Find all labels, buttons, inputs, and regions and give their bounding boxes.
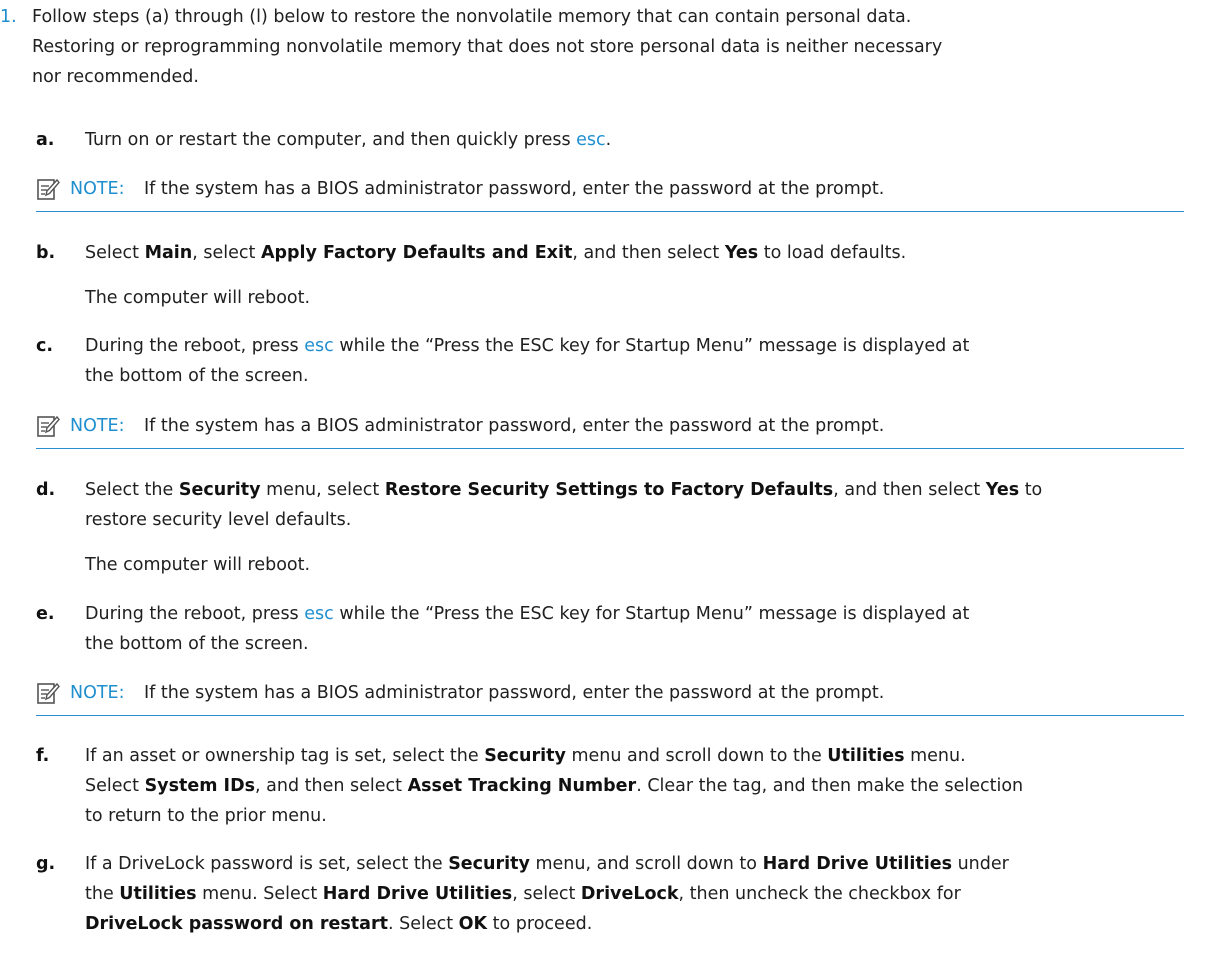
note-icon: [37, 415, 60, 437]
document-page: 1. Follow steps (a) through (l) below to…: [0, 0, 1219, 961]
text: , and then select: [255, 776, 408, 796]
note-label: NOTE:: [70, 416, 125, 436]
text: , and then select: [572, 243, 725, 263]
text: If a DriveLock password is set, select t…: [85, 854, 449, 874]
substep-c-line-1: During the reboot, press esc while the “…: [85, 331, 969, 361]
note-box: NOTE: If the system has a BIOS administr…: [36, 167, 1184, 212]
text: menu, select: [260, 480, 385, 500]
step-number: 1.: [0, 7, 17, 27]
text: .: [605, 130, 612, 150]
text: During the reboot, press: [85, 604, 305, 624]
substep-d-line-1: Select the Security menu, select Restore…: [85, 475, 1042, 505]
step-1-line-1: Follow steps (a) through (l) below to re…: [32, 7, 912, 27]
substep-letter: d.: [36, 480, 56, 500]
substep-g-line-1: If a DriveLock password is set, select t…: [85, 849, 1009, 879]
menu-asset-tracking: Asset Tracking Number: [407, 776, 637, 796]
substep-letter: c.: [36, 336, 54, 356]
option-yes: Yes: [724, 243, 759, 263]
substep-d-line-2: restore security level defaults.: [85, 510, 352, 530]
esc-key-link[interactable]: esc: [304, 336, 334, 356]
menu-restore-security: Restore Security Settings to Factory Def…: [384, 480, 834, 500]
text: Turn on or restart the computer, and the…: [85, 130, 577, 150]
substep-letter: b.: [36, 243, 56, 263]
text: , then uncheck the checkbox for: [678, 884, 961, 904]
text: to load defaults.: [758, 243, 907, 263]
text: . Select: [387, 914, 459, 934]
step-1: 1. Follow steps (a) through (l) below to…: [0, 0, 1219, 110]
esc-key-link[interactable]: esc: [304, 604, 334, 624]
esc-key-link[interactable]: esc: [576, 130, 606, 150]
text: to: [1019, 480, 1043, 500]
menu-drivelock: DriveLock: [580, 884, 679, 904]
substep-e-line-1: During the reboot, press esc while the “…: [85, 599, 969, 629]
text: menu.: [904, 746, 966, 766]
substep-letter: e.: [36, 604, 55, 624]
menu-system-ids: System IDs: [144, 776, 256, 796]
substep-b-text: Select Main, select Apply Factory Defaul…: [85, 238, 906, 268]
text: while the “Press the ESC key for Startup…: [333, 604, 970, 624]
text: menu, and scroll down to: [529, 854, 763, 874]
text: , select: [512, 884, 581, 904]
option-ok: OK: [458, 914, 488, 934]
substep-letter: a.: [36, 130, 55, 150]
note-box: NOTE: If the system has a BIOS administr…: [36, 404, 1184, 449]
text: . Clear the tag, and then make the selec…: [636, 776, 1024, 796]
note-label: NOTE:: [70, 683, 125, 703]
note-text: If the system has a BIOS administrator p…: [144, 179, 885, 199]
note-icon: [37, 682, 60, 704]
substep-f-line-1: If an asset or ownership tag is set, sel…: [85, 741, 966, 771]
text: while the “Press the ESC key for Startup…: [333, 336, 970, 356]
text: If an asset or ownership tag is set, sel…: [85, 746, 485, 766]
text: the: [85, 884, 120, 904]
menu-hard-drive-utilities: Hard Drive Utilities: [322, 884, 513, 904]
text: During the reboot, press: [85, 336, 305, 356]
substep-letter: g.: [36, 854, 56, 874]
menu-utilities: Utilities: [119, 884, 197, 904]
menu-apply-defaults: Apply Factory Defaults and Exit: [260, 243, 573, 263]
substep-g-line-3: DriveLock password on restart. Select OK…: [85, 909, 592, 939]
substep-g-line-2: the Utilities menu. Select Hard Drive Ut…: [85, 879, 961, 909]
step-1-line-2: Restoring or reprogramming nonvolatile m…: [32, 37, 943, 57]
substep-f-line-3: to return to the prior menu.: [85, 806, 327, 826]
note-icon: [37, 178, 60, 200]
note-text: If the system has a BIOS administrator p…: [144, 416, 885, 436]
text: Select the: [85, 480, 179, 500]
menu-security: Security: [448, 854, 530, 874]
step-1-line-3: nor recommended.: [32, 67, 199, 87]
text: to proceed.: [487, 914, 593, 934]
substep-e-line-2: the bottom of the screen.: [85, 634, 309, 654]
text: Select: [85, 243, 145, 263]
menu-utilities: Utilities: [827, 746, 905, 766]
text: under: [952, 854, 1009, 874]
menu-main: Main: [144, 243, 193, 263]
option-yes: Yes: [985, 480, 1020, 500]
menu-security: Security: [178, 480, 261, 500]
text: Select: [85, 776, 145, 796]
note-label: NOTE:: [70, 179, 125, 199]
text: , select: [192, 243, 261, 263]
menu-security: Security: [484, 746, 566, 766]
substep-f-line-2: Select System IDs, and then select Asset…: [85, 771, 1023, 801]
text: , and then select: [833, 480, 986, 500]
substep-c-line-2: the bottom of the screen.: [85, 366, 309, 386]
substep-a-text: Turn on or restart the computer, and the…: [85, 125, 611, 155]
option-drivelock-password: DriveLock password on restart: [85, 914, 388, 934]
reboot-text: The computer will reboot.: [85, 555, 311, 575]
note-text: If the system has a BIOS administrator p…: [144, 683, 885, 703]
note-box: NOTE: If the system has a BIOS administr…: [36, 671, 1184, 716]
substep-letter: f.: [36, 746, 50, 766]
text: menu and scroll down to the: [565, 746, 828, 766]
text: menu. Select: [196, 884, 323, 904]
reboot-text: The computer will reboot.: [85, 288, 311, 308]
menu-hard-drive-utilities: Hard Drive Utilities: [762, 854, 953, 874]
